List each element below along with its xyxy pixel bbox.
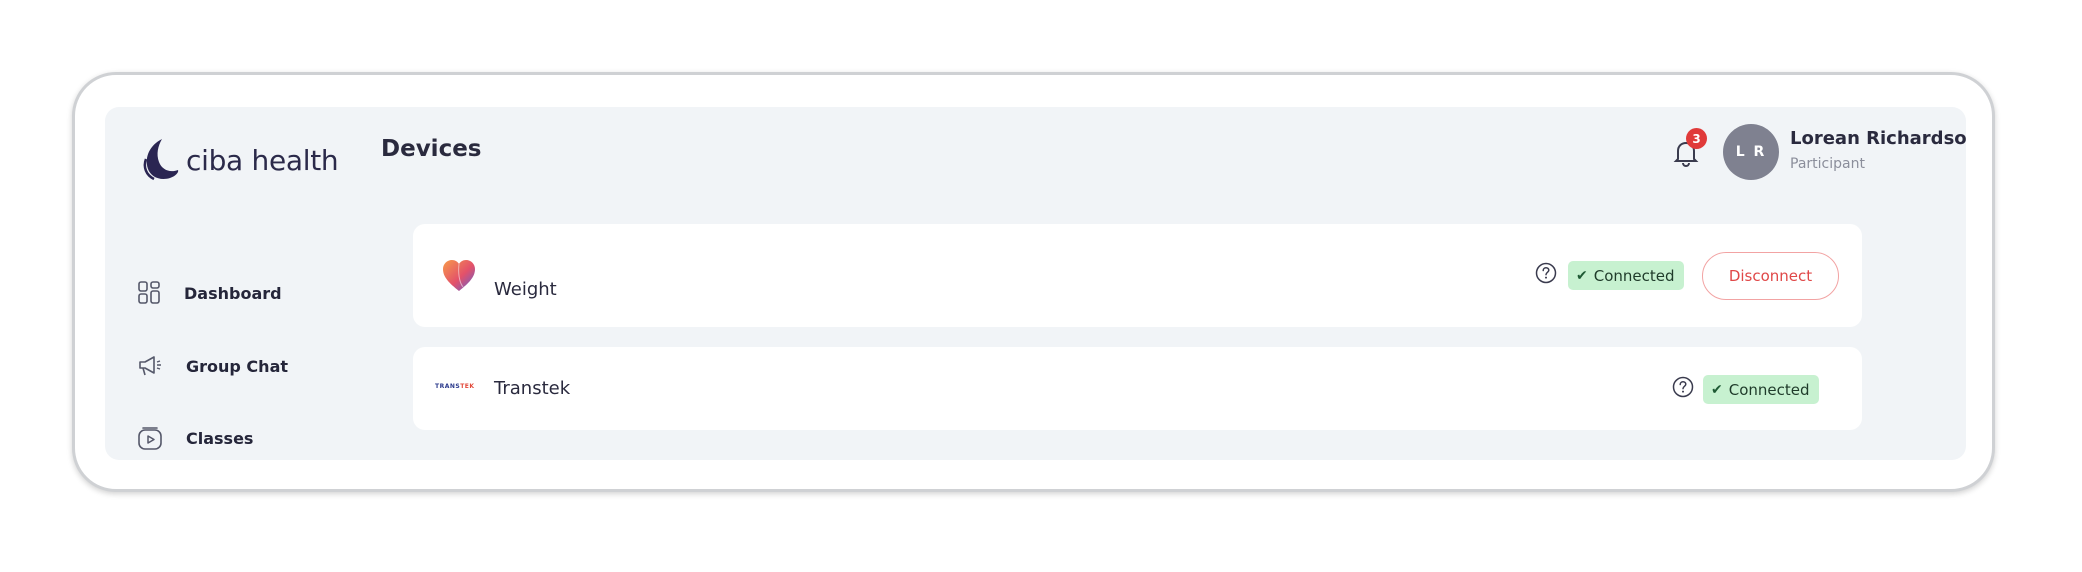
status-label: Connected [1728, 380, 1810, 399]
transtek-logo: TRANSTEK [435, 383, 475, 390]
sidebar-item-label: Group Chat [186, 356, 289, 376]
status-badge: ✔ Connected [1568, 261, 1684, 290]
user-role: Participant [1790, 156, 1865, 172]
device-name: Transtek [494, 378, 571, 399]
help-icon[interactable] [1672, 376, 1694, 398]
transtek-logo-text-a: TRANS [435, 383, 461, 390]
sidebar-item-dashboard[interactable]: Dashboard [138, 281, 282, 305]
heart-icon [443, 260, 475, 291]
notification-badge: 3 [1686, 128, 1707, 149]
user-name[interactable]: Lorean Richardson [1790, 128, 1966, 149]
app-container: ciba health Devices 3 L R Lorean Richard… [105, 107, 1966, 460]
ciba-logo[interactable]: ciba health [140, 137, 339, 183]
device-card-weight: Weight ✔ Connected Disconnect [413, 224, 1862, 327]
status-badge: ✔ Connected [1703, 375, 1819, 404]
sidebar-item-label: Dashboard [184, 283, 282, 303]
device-name: Weight [494, 279, 557, 300]
sidebar-item-label: Classes [186, 428, 254, 448]
ciba-leaf-icon [143, 139, 179, 181]
check-icon: ✔ [1576, 267, 1588, 284]
sidebar-item-classes[interactable]: Classes [138, 426, 253, 450]
help-icon[interactable] [1535, 262, 1557, 284]
megaphone-icon [139, 356, 161, 376]
status-label: Connected [1593, 266, 1675, 285]
dashboard-icon [138, 281, 160, 304]
transtek-logo-text-b: TEK [460, 383, 475, 390]
check-icon: ✔ [1711, 381, 1723, 398]
play-card-icon [138, 427, 162, 450]
sidebar-item-group-chat[interactable]: Group Chat [138, 355, 288, 377]
disconnect-button[interactable]: Disconnect [1702, 252, 1839, 300]
page-title: Devices [381, 136, 482, 162]
device-card-transtek: TRANSTEK Transtek ✔ Connected [413, 347, 1862, 430]
avatar[interactable]: L R [1723, 124, 1779, 180]
logo-text: ciba health [186, 143, 339, 177]
